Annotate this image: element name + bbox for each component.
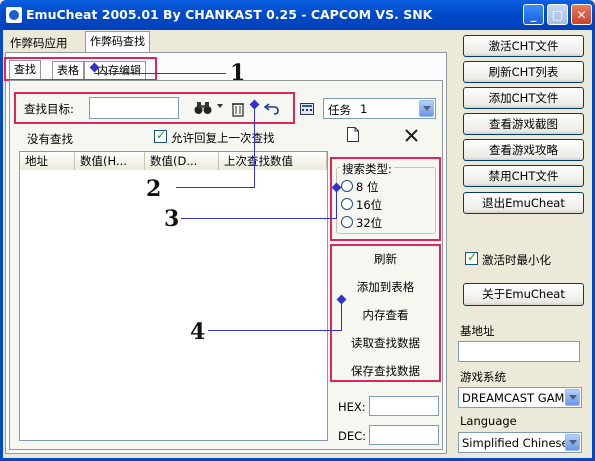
task-dropdown-icon[interactable] — [419, 100, 434, 117]
highlight-box-tabs — [4, 57, 157, 81]
minimize-on-activate-label: 激活时最小化 — [482, 253, 551, 267]
minimize-on-activate-checkbox[interactable] — [465, 250, 478, 265]
callout-2-line-v — [254, 107, 255, 187]
close-icon[interactable]: ✕ — [571, 4, 592, 25]
trash-icon[interactable] — [231, 101, 245, 117]
base-address-input[interactable] — [458, 341, 580, 362]
game-system-label: 游戏系统 — [460, 370, 506, 384]
add-cht-button[interactable]: 添加CHT文件 — [463, 87, 584, 109]
results-list[interactable]: 地址 数值(H... 数值(D... 上次查找数值 — [19, 151, 328, 441]
search-target-label: 查找目标: — [24, 102, 74, 116]
task-value: 1 — [360, 102, 368, 116]
tab-cheat-apply[interactable]: 作弊码应用 — [10, 34, 68, 52]
callout-2-line-h — [176, 187, 255, 188]
tab-cheat-search[interactable]: 作弊码查找 — [85, 31, 150, 53]
hex-label: HEX: — [338, 400, 366, 414]
radio-32bit-label: 32位 — [356, 216, 383, 230]
refresh-link[interactable]: 刷新 — [333, 251, 438, 267]
memory-view-link[interactable]: 内存查看 — [333, 307, 438, 323]
column-value-hex[interactable]: 数值(H... — [75, 152, 145, 170]
add-to-table-link[interactable]: 添加到表格 — [333, 279, 438, 295]
language-value: Simplified Chinese — [462, 436, 569, 450]
game-system-select[interactable]: DREAMCAST GAME — [458, 387, 582, 408]
callout-4-line — [208, 330, 342, 331]
search-target-input[interactable] — [89, 97, 179, 119]
about-button[interactable]: 关于EmuCheat — [463, 283, 584, 306]
callout-1-line — [94, 73, 226, 74]
dec-input[interactable] — [369, 425, 439, 445]
maximize-icon: □ — [547, 4, 568, 25]
allow-restore-checkbox[interactable] — [154, 128, 167, 143]
column-last-value[interactable]: 上次查找数值 — [219, 152, 327, 170]
radio-32bit[interactable] — [341, 216, 353, 228]
calculator-icon[interactable] — [300, 103, 314, 115]
column-value-dec[interactable]: 数值(D... — [145, 152, 219, 170]
radio-8bit[interactable] — [341, 180, 353, 192]
hex-input[interactable] — [369, 396, 439, 416]
radio-8bit-label: 8 位 — [356, 180, 379, 194]
callout-3-line — [181, 218, 337, 219]
base-address-label: 基地址 — [460, 324, 495, 338]
close-x-icon[interactable] — [405, 129, 418, 142]
task-select[interactable]: 任务 1 — [323, 98, 436, 119]
binoculars-icon[interactable] — [194, 100, 212, 116]
minimize-icon[interactable]: _ — [523, 4, 544, 25]
task-label: 任务 — [328, 103, 351, 117]
window-title: EmuCheat 2005.01 By CHANKAST 0.25 - CAPC… — [26, 7, 433, 22]
language-label: Language — [460, 414, 517, 428]
new-file-icon[interactable] — [347, 127, 359, 142]
load-search-data-link[interactable]: 读取查找数据 — [333, 335, 438, 351]
radio-16bit-label: 16位 — [356, 198, 383, 212]
activate-cht-button[interactable]: 激活CHT文件 — [463, 35, 584, 57]
view-screenshot-button[interactable]: 查看游戏截图 — [463, 113, 584, 135]
dec-label: DEC: — [338, 429, 367, 443]
refresh-cht-list-button[interactable]: 刷新CHT列表 — [463, 61, 584, 83]
callout-2-label: 2 — [146, 176, 162, 202]
game-system-value: DREAMCAST GAME — [462, 391, 572, 405]
exit-button[interactable]: 退出EmuCheat — [463, 192, 584, 214]
callout-4-label: 4 — [190, 319, 206, 345]
undo-icon[interactable] — [263, 101, 280, 115]
game-system-dropdown-icon[interactable] — [565, 389, 580, 406]
search-type-title: 搜索类型: — [340, 161, 394, 177]
allow-restore-label: 允许回复上一次查找 — [171, 131, 275, 145]
language-dropdown-icon[interactable] — [565, 434, 580, 451]
disable-cht-button[interactable]: 禁用CHT文件 — [463, 165, 584, 187]
callout-1-label: 1 — [230, 60, 246, 86]
dropdown-arrow-icon[interactable] — [217, 104, 223, 108]
search-status-text: 没有查找 — [27, 132, 73, 146]
callout-3-label: 3 — [164, 206, 180, 232]
radio-16bit[interactable] — [341, 198, 353, 210]
language-select[interactable]: Simplified Chinese — [458, 432, 582, 453]
save-search-data-link[interactable]: 保存查找数据 — [333, 363, 438, 379]
app-icon — [6, 7, 22, 23]
view-guide-button[interactable]: 查看游戏攻略 — [463, 139, 584, 161]
column-address[interactable]: 地址 — [20, 152, 75, 170]
